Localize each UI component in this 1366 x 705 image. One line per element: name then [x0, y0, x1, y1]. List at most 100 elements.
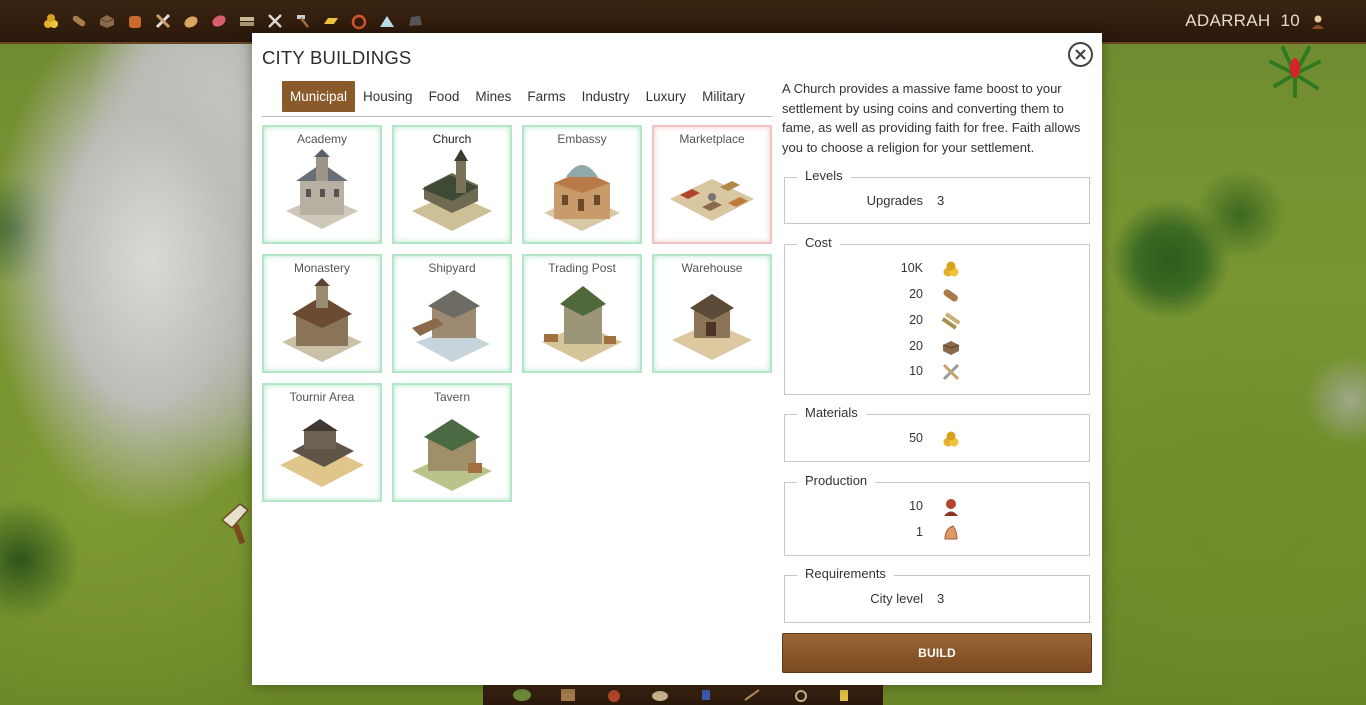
cost-section: Cost 10K 20 20 20 10 [784, 235, 1090, 395]
rope-icon[interactable] [348, 10, 370, 32]
cost-amount: 10K [900, 261, 923, 275]
hammer-icon[interactable] [292, 10, 314, 32]
building-name: Trading Post [548, 261, 616, 275]
resource-icons [40, 10, 426, 32]
dialog-title: CITY BUILDINGS [262, 47, 412, 68]
scroll-icon[interactable] [603, 686, 625, 704]
coal-icon[interactable] [404, 10, 426, 32]
meat-icon[interactable] [208, 10, 230, 32]
building-card-trading-post[interactable]: Trading Post [522, 254, 642, 373]
upgrades-row: Upgrades 3 [785, 193, 1089, 213]
red-flower-plant-icon[interactable] [1265, 40, 1325, 100]
praying-hands-icon [944, 525, 958, 540]
salt-pile-icon[interactable] [376, 10, 398, 32]
building-card-embassy[interactable]: Embassy [522, 125, 642, 244]
cost-row: 20 [785, 337, 1089, 359]
material-row: 50 [785, 429, 1089, 451]
building-name: Shipyard [428, 261, 476, 275]
building-card-monastery[interactable]: Monastery [262, 254, 382, 373]
building-name: Tavern [433, 390, 471, 404]
planks-icon [941, 312, 961, 330]
tab-industry[interactable]: Industry [574, 81, 638, 112]
embassy-building-icon [544, 165, 620, 231]
building-grid: Academy Church Embassy Marketplace Monas… [262, 125, 772, 502]
academy-building-icon [286, 149, 358, 229]
tab-municipal[interactable]: Municipal [282, 81, 356, 112]
book-icon[interactable] [557, 686, 579, 704]
building-name: Church [432, 132, 472, 146]
gold-coins-icon [943, 261, 959, 277]
church-building-icon [412, 149, 492, 231]
tavern-building-icon [412, 419, 492, 491]
production-row: 10 [785, 497, 1089, 519]
cost-row: 10 [785, 362, 1089, 384]
tournir-area-building-icon [280, 419, 364, 487]
building-name: Warehouse [681, 261, 743, 275]
copper-pot-icon[interactable] [124, 10, 146, 32]
bread-icon[interactable] [180, 10, 202, 32]
quill-icon[interactable] [741, 686, 763, 704]
monastery-building-icon [282, 278, 362, 362]
close-button[interactable] [1068, 42, 1093, 67]
city-level-row: City level 3 [785, 591, 1089, 611]
cost-amount: 20 [909, 287, 923, 301]
cost-row: 10K [785, 259, 1089, 281]
player-info[interactable]: ADARRAH 10 [1185, 11, 1326, 31]
building-card-academy[interactable]: Academy [262, 125, 382, 244]
pickaxe-cursor-icon [218, 498, 254, 546]
trade-icon[interactable] [649, 686, 671, 704]
fame-bust-icon [944, 499, 958, 516]
building-card-tournir-area[interactable]: Tournir Area [262, 383, 382, 502]
player-level: 10 [1280, 11, 1300, 30]
building-name: Embassy [557, 132, 607, 146]
map-icon[interactable] [511, 686, 533, 704]
tools-icon[interactable] [152, 10, 174, 32]
building-card-warehouse[interactable]: Warehouse [652, 254, 772, 373]
stone-block-icon[interactable] [96, 10, 118, 32]
cost-row: 20 [785, 285, 1089, 307]
cost-amount: 20 [909, 313, 923, 327]
build-button[interactable]: BUILD [782, 633, 1092, 673]
crossed-swords-icon[interactable] [264, 10, 286, 32]
building-name: Academy [296, 132, 348, 146]
tab-luxury[interactable]: Luxury [638, 81, 695, 112]
building-name: Monastery [293, 261, 351, 275]
flag-icon[interactable] [695, 686, 717, 704]
materials-section: Materials 50 [784, 405, 1090, 462]
requirements-section: Requirements City level 3 [784, 566, 1090, 623]
tab-mines[interactable]: Mines [467, 81, 519, 112]
building-card-marketplace[interactable]: Marketplace [652, 125, 772, 244]
planks-icon[interactable] [236, 10, 258, 32]
building-card-tavern[interactable]: Tavern [392, 383, 512, 502]
tools-icon [942, 363, 960, 381]
building-card-church[interactable]: Church [392, 125, 512, 244]
production-row: 1 [785, 523, 1089, 545]
cost-row: 20 [785, 311, 1089, 333]
wood-log-icon [943, 289, 958, 302]
production-amount: 1 [916, 525, 923, 539]
player-avatar-icon[interactable] [1310, 13, 1326, 29]
close-icon [1075, 49, 1086, 60]
warehouse-building-icon [672, 294, 752, 360]
gold-bar-icon[interactable] [320, 10, 342, 32]
wood-log-icon[interactable] [68, 10, 90, 32]
marketplace-building-icon [670, 179, 754, 221]
tab-housing[interactable]: Housing [355, 81, 421, 112]
cart-icon[interactable] [787, 686, 809, 704]
gold-coins-icon[interactable] [40, 10, 62, 32]
building-card-shipyard[interactable]: Shipyard [392, 254, 512, 373]
material-amount: 50 [909, 431, 923, 445]
tab-food[interactable]: Food [421, 81, 468, 112]
upgrades-value: 3 [937, 193, 945, 208]
cost-amount: 20 [909, 339, 923, 353]
building-description: A Church provides a massive fame boost t… [782, 81, 1081, 155]
player-name: ADARRAH [1185, 11, 1271, 30]
production-section: Production 10 1 [784, 473, 1090, 556]
upgrades-label: Upgrades [866, 193, 923, 208]
tab-farms[interactable]: Farms [519, 81, 573, 112]
lamp-icon[interactable] [833, 686, 855, 704]
trading-post-building-icon [542, 286, 622, 362]
shipyard-building-icon [412, 290, 490, 362]
category-tabs: Municipal Housing Food Mines Farms Indus… [282, 81, 753, 112]
tab-military[interactable]: Military [694, 81, 753, 112]
